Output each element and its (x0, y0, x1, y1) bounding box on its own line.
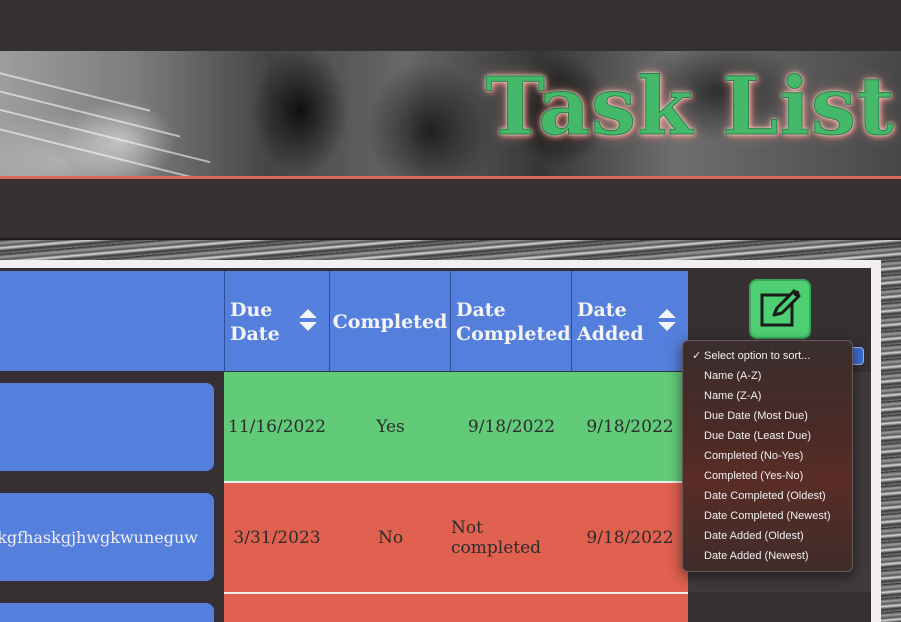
header-completed-label: Completed (332, 311, 448, 333)
task-name[interactable]: jgskgfhaskgjhwgkwuneguw (0, 493, 214, 581)
add-task-button[interactable] (749, 279, 811, 339)
task-name[interactable] (0, 603, 214, 622)
completed-cell: No (377, 528, 404, 548)
page-title: Task List (485, 59, 895, 153)
table-row: 11/16/2022 Yes 9/18/2022 9/18/2022 (0, 372, 688, 482)
date-completed-cell: Not completed (451, 518, 542, 558)
name-cell (0, 594, 224, 622)
header-date-completed[interactable]: Date Completed (451, 271, 572, 371)
sort-option[interactable]: Due Date (Least Due) (683, 426, 852, 446)
table-row (0, 594, 688, 622)
sort-option[interactable]: Name (Z-A) (683, 386, 852, 406)
header-date-added[interactable]: Date Added (572, 271, 688, 371)
sort-option[interactable]: Date Added (Oldest) (683, 526, 852, 546)
sort-option[interactable]: Name (A-Z) (683, 366, 852, 386)
sort-option[interactable]: Completed (No-Yes) (683, 446, 852, 466)
due-date-cell: 3/31/2023 (233, 528, 321, 548)
date-added-cell: 9/18/2022 (586, 528, 674, 548)
check-icon: ✓ (692, 350, 702, 362)
sort-option[interactable]: Date Completed (Newest) (683, 506, 852, 526)
header-due-date[interactable]: Due Date (225, 271, 330, 371)
name-cell: jgskgfhaskgjhwgkwuneguw (0, 483, 224, 593)
date-added-cell: 9/18/2022 (586, 417, 674, 437)
task-name[interactable] (0, 383, 214, 471)
header-name[interactable] (0, 271, 225, 371)
sort-option-placeholder[interactable]: ✓ Select option to sort... (683, 346, 852, 366)
row-status-bg (224, 594, 688, 622)
sort-option[interactable]: Completed (Yes-No) (683, 466, 852, 486)
sort-option[interactable]: Date Added (Newest) (683, 546, 852, 566)
app-window: Task List Due Date Completed Date Comple… (0, 0, 901, 622)
pencil-square-icon (760, 289, 801, 327)
date-completed-cell: 9/18/2022 (467, 417, 556, 437)
name-cell (0, 372, 224, 482)
completed-cell: Yes (376, 417, 405, 437)
due-date-cell: 11/16/2022 (228, 417, 326, 437)
sort-option[interactable]: Due Date (Most Due) (683, 406, 852, 426)
header-date-completed-label: Date Completed (456, 299, 571, 345)
sort-dropdown-menu[interactable]: ✓ Select option to sort... Name (A-Z) Na… (682, 340, 853, 572)
banner-stairs-decoration (0, 51, 240, 176)
sort-arrows-icon[interactable] (299, 309, 317, 331)
sort-option-label: Select option to sort... (704, 350, 811, 362)
table-row: jgskgfhaskgjhwgkwuneguw 3/31/2023 No Not… (0, 483, 688, 593)
header-completed[interactable]: Completed (330, 271, 451, 371)
sort-arrows-icon[interactable] (658, 309, 676, 331)
sort-option[interactable]: Date Completed (Oldest) (683, 486, 852, 506)
banner-divider (0, 176, 901, 179)
